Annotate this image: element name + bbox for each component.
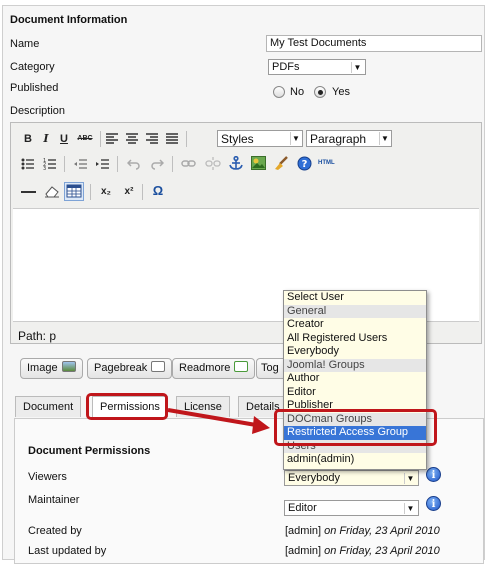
annotation-arrow [167,408,270,434]
